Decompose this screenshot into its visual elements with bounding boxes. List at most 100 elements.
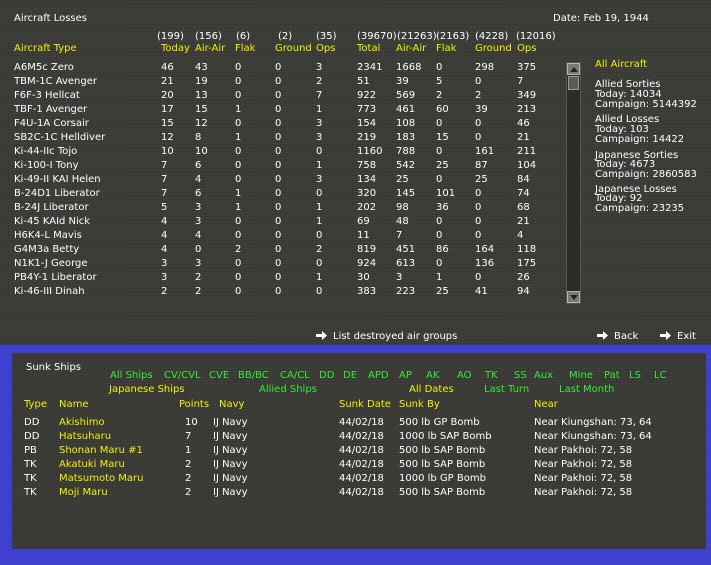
col-header-total-ops[interactable]: Ops [517,43,536,54]
ship-col-header-navy[interactable]: Navy [219,399,244,410]
ship-col-header-type[interactable]: Type [24,399,47,410]
ship-col-header-name[interactable]: Name [59,399,89,410]
total-total-ops: (12016) [516,31,556,42]
ship-cell-name[interactable]: Hatsuharu [59,431,111,442]
table-row[interactable]: F4U-1A Corsair 15 12 0 0 3 154 108 0 0 46 [0,118,560,132]
back-button[interactable]: Back [597,331,638,342]
table-row[interactable]: DD Hatsuharu 7 IJ Navy 44/02/18 1000 lb SAP B… [12,431,706,445]
col-header-total-air-air[interactable]: Air-Air [396,43,426,54]
ship-col-header-sunk-by[interactable]: Sunk By [399,399,440,410]
filter-ap[interactable]: AP [399,370,412,381]
col-header-today[interactable]: Today [161,43,190,54]
cell-today: 4 [161,230,168,241]
all-aircraft-filter[interactable]: All Aircraft [595,59,647,70]
sunk-ships-panel: Sunk Ships All Ships CV/CVL CVE BB/BC CA/CL D… [12,353,706,549]
cell-total-flak: 15 [436,132,449,143]
col-header-total[interactable]: Total [357,43,380,54]
cell-ops: 2 [316,76,323,87]
filter-ao[interactable]: AO [457,370,472,381]
ship-cell-name[interactable]: Moji Maru [59,487,108,498]
cell-flak: 0 [235,90,242,101]
ship-col-header-near[interactable]: Near [534,399,558,410]
table-row[interactable]: Ki-46-III Dinah 2 2 0 0 0 383 223 25 41 94 [0,286,560,300]
table-row[interactable]: Ki-100-I Tony 7 6 0 0 1 758 542 25 87 104 [0,160,560,174]
cell-air-air: 15 [195,104,208,115]
filter-lc[interactable]: LC [654,370,667,381]
cell-air-air: 4 [195,174,202,185]
filter-mine[interactable]: Mine [569,370,593,381]
scroll-down-button[interactable] [567,291,580,303]
ship-cell-sunk-by: 1000 lb SAP Bomb [399,431,492,442]
table-row[interactable]: TBF-1 Avenger 17 15 1 0 1 773 461 60 39 213 [0,104,560,118]
cell-ground: 0 [275,104,282,115]
filter-apd[interactable]: APD [368,370,389,381]
table-row[interactable]: TK Moji Maru 2 IJ Navy 44/02/18 500 lb SAP Bo… [12,487,706,501]
table-row[interactable]: B-24D1 Liberator 7 6 1 0 0 320 145 101 0 74 [0,188,560,202]
table-row[interactable]: Ki-49-II KAI Helen 7 4 0 0 3 134 25 0 25 84 [0,174,560,188]
filter-cv-cvl[interactable]: CV/CVL [164,370,201,381]
filter-tk[interactable]: TK [485,370,498,381]
filter-last-month[interactable]: Last Month [559,384,614,395]
table-row[interactable]: PB4Y-1 Liberator 3 2 0 0 1 30 3 1 0 26 [0,272,560,286]
cell-ops: 2 [316,244,323,255]
col-header-total-ground[interactable]: Ground [475,43,512,54]
ship-col-header-points[interactable]: Points [179,399,209,410]
cell-total-air-air: 1668 [396,62,422,73]
col-header-type[interactable]: Aircraft Type [14,43,77,54]
filter-ss[interactable]: SS [514,370,527,381]
col-header-flak[interactable]: Flak [235,43,255,54]
filter-allied-ships[interactable]: Allied Ships [259,384,317,395]
filter-de[interactable]: DE [343,370,357,381]
filter-last-turn[interactable]: Last Turn [484,384,529,395]
table-row[interactable]: A6M5c Zero 46 43 0 0 3 2341 1668 0 298 375 [0,62,560,76]
cell-total-ops: 26 [517,272,530,283]
table-row[interactable]: TK Akatuki Maru 2 IJ Navy 44/02/18 500 lb SAP… [12,459,706,473]
table-row[interactable]: N1K1-J George 3 3 0 0 0 924 613 0 136 175 [0,258,560,272]
arrow-right-icon [597,331,608,340]
cell-total: 383 [357,286,377,297]
scroll-up-button[interactable] [567,63,580,75]
filter-japanese-ships[interactable]: Japanese Ships [109,384,185,395]
cell-type: F6F-3 Hellcat [14,90,80,101]
filter-all-ships[interactable]: All Ships [110,370,153,381]
cell-total-ground: 2 [475,90,482,101]
ship-cell-near: Near Pakhoi: 72, 58 [534,473,633,484]
ship-cell-name[interactable]: Akatuki Maru [59,459,125,470]
ship-cell-type: DD [24,431,40,442]
japanese-sorties-campaign: Campaign: 2860583 [595,169,697,180]
col-header-total-flak[interactable]: Flak [436,43,456,54]
col-header-air-air[interactable]: Air-Air [195,43,225,54]
ship-cell-name[interactable]: Shonan Maru #1 [59,445,143,456]
table-row[interactable]: F6F-3 Hellcat 20 13 0 0 7 922 569 2 2 349 [0,90,560,104]
table-row[interactable]: Ki-44-IIc Tojo 10 10 0 0 0 1160 788 0 161 211 [0,146,560,160]
filter-dd[interactable]: DD [319,370,334,381]
table-row[interactable]: G4M3a Betty 4 0 2 0 2 819 451 86 164 118 [0,244,560,258]
filter-ca-cl[interactable]: CA/CL [280,370,310,381]
filter-bb-bc[interactable]: BB/BC [238,370,269,381]
col-header-ops[interactable]: Ops [316,43,335,54]
ship-col-header-sunk-date[interactable]: Sunk Date [339,399,391,410]
filter-aux[interactable]: Aux [534,370,553,381]
table-row[interactable]: TK Matsumoto Maru 2 IJ Navy 44/02/18 1000 lb … [12,473,706,487]
scroll-thumb[interactable] [568,76,579,90]
table-row[interactable]: Ki-45 KAId Nick 4 3 0 0 1 69 48 0 0 21 [0,216,560,230]
exit-button[interactable]: Exit [660,331,696,342]
filter-all-dates[interactable]: All Dates [409,384,454,395]
list-destroyed-air-groups-button[interactable]: List destroyed air groups [316,331,457,342]
ship-cell-navy: IJ Navy [213,431,248,442]
ship-cell-name[interactable]: Akishimo [59,417,105,428]
table-row[interactable]: DD Akishimo 10 IJ Navy 44/02/18 500 lb GP Bom… [12,417,706,431]
table-row[interactable]: TBM-1C Avenger 21 19 0 0 2 51 39 5 0 7 [0,76,560,90]
filter-ls[interactable]: LS [629,370,641,381]
cell-air-air: 6 [195,160,202,171]
table-row[interactable]: PB Shonan Maru #1 1 IJ Navy 44/02/18 500 lb S… [12,445,706,459]
table-row[interactable]: H6K4-L Mavis 4 4 0 0 0 11 7 0 0 4 [0,230,560,244]
filter-pat[interactable]: Pat [604,370,620,381]
table-row[interactable]: B-24J Liberator 5 3 1 0 1 202 98 36 0 68 [0,202,560,216]
loss-list-scrollbar[interactable] [566,62,581,304]
ship-cell-name[interactable]: Matsumoto Maru [59,473,144,484]
filter-cve[interactable]: CVE [209,370,229,381]
table-row[interactable]: SB2C-1C Helldiver 12 8 1 0 3 219 183 15 0 21 [0,132,560,146]
filter-ak[interactable]: AK [426,370,439,381]
col-header-ground[interactable]: Ground [275,43,312,54]
